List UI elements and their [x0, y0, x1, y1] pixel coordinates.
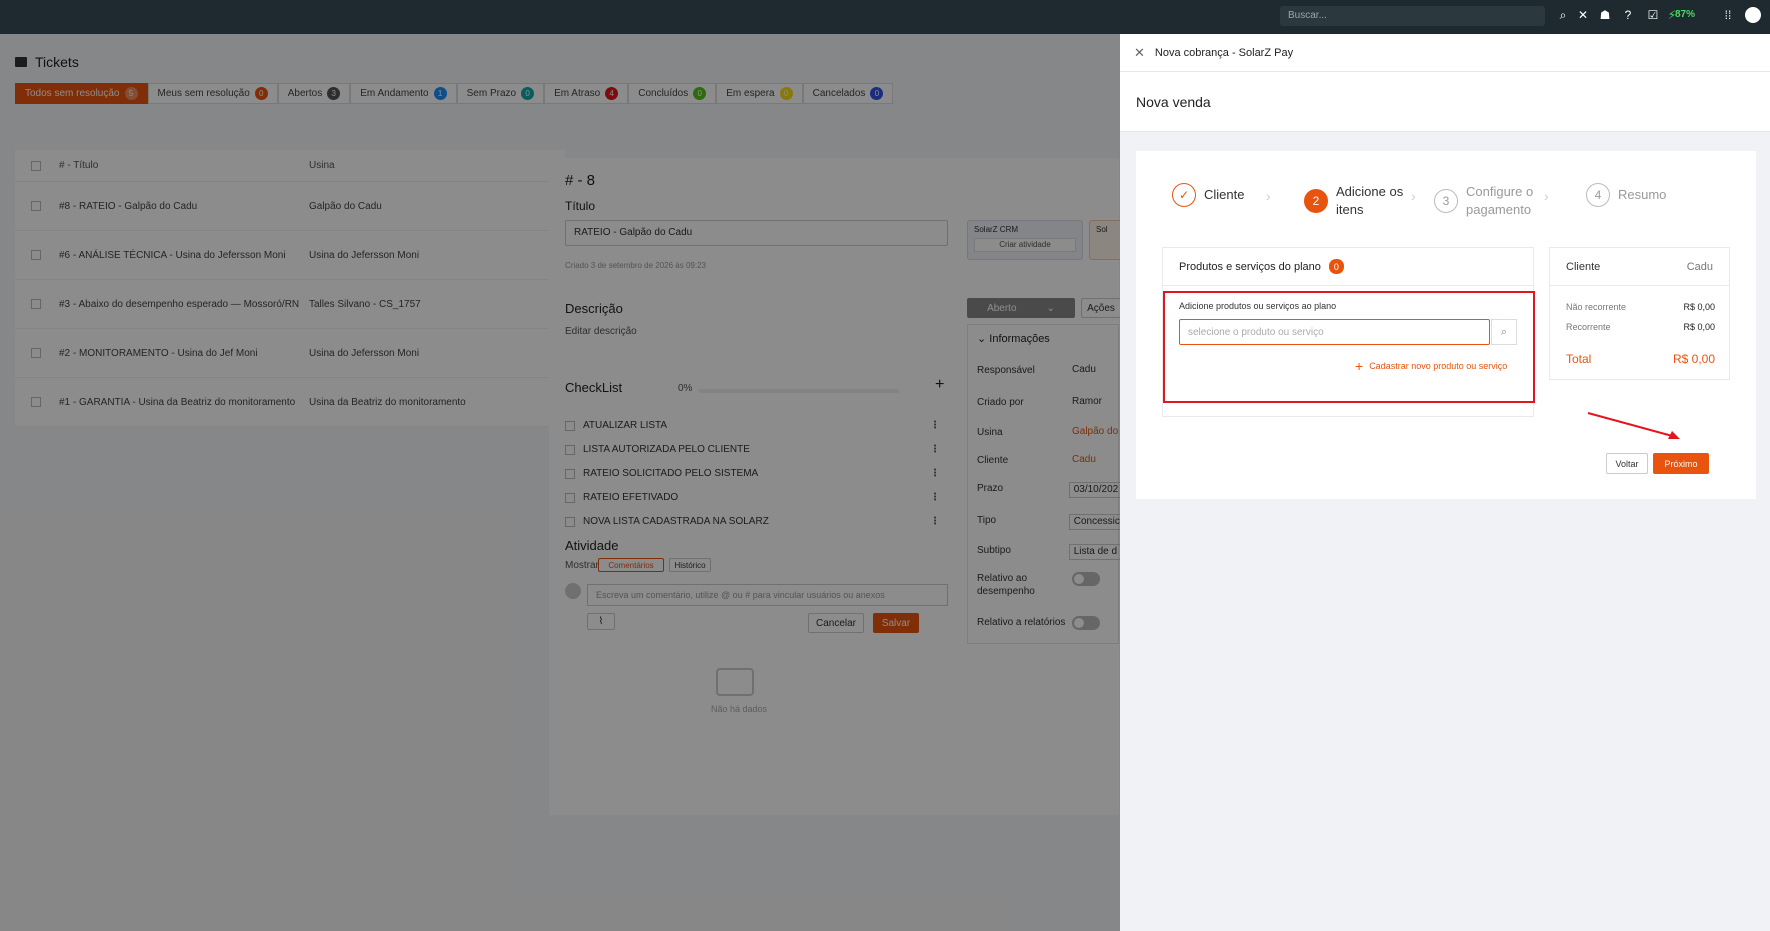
- wizard-step-2[interactable]: 2 Adicione os itens: [1304, 183, 1406, 219]
- user-avatar[interactable]: [1745, 7, 1761, 23]
- step-label: Adicione os itens: [1336, 184, 1404, 217]
- products-count-badge: 0: [1328, 259, 1344, 274]
- products-box: Produtos e serviços do plano 0 Adicione …: [1162, 247, 1535, 417]
- recurring-label: Recorrente: [1566, 322, 1611, 332]
- step-number: 3: [1434, 189, 1458, 213]
- annotation-arrow: [1587, 412, 1680, 439]
- checklist-icon[interactable]: ☑: [1645, 8, 1661, 24]
- total-label: Total: [1566, 352, 1592, 366]
- close-icon[interactable]: ✕: [1134, 45, 1145, 61]
- global-search-input[interactable]: Buscar...: [1280, 6, 1545, 26]
- step-label: Resumo: [1618, 187, 1667, 202]
- summary-header: Cliente Cadu: [1550, 248, 1729, 286]
- bell-off-icon[interactable]: ✕: [1575, 8, 1591, 24]
- help-icon[interactable]: ?: [1620, 8, 1636, 24]
- summary-box: Cliente Cadu Não recorrente R$ 0,00 Reco…: [1549, 247, 1730, 380]
- add-new-product-link[interactable]: + Cadastrar novo produto ou serviço: [1355, 358, 1507, 374]
- wizard-step-4[interactable]: 4 Resumo: [1586, 183, 1666, 207]
- step-label: Configure o pagamento: [1466, 184, 1534, 217]
- drawer-header: ✕ Nova cobrança - SolarZ Pay: [1120, 34, 1770, 72]
- wizard-step-1[interactable]: ✓ Cliente: [1172, 183, 1244, 207]
- step-number: 2: [1304, 189, 1328, 213]
- highlight-box: Adicione produtos ou serviços ao plano s…: [1163, 291, 1535, 403]
- back-button[interactable]: Voltar: [1606, 453, 1648, 474]
- hat-icon[interactable]: ☗: [1597, 8, 1613, 24]
- wizard-card: ✓ Cliente › 2 Adicione os itens › 3 Configure o…: [1136, 151, 1756, 499]
- products-header: Produtos e serviços do plano 0: [1163, 248, 1533, 286]
- product-search-input[interactable]: selecione o produto ou serviço: [1179, 319, 1490, 345]
- modal-overlay[interactable]: [0, 34, 1120, 931]
- non-recurring-value: R$ 0,00: [1683, 302, 1715, 312]
- total-row: Total R$ 0,00: [1566, 352, 1715, 366]
- summary-client-value: Cadu: [1686, 260, 1713, 273]
- add-new-product-label: Cadastrar novo produto ou serviço: [1369, 361, 1508, 371]
- new-charge-drawer: ✕ Nova cobrança - SolarZ Pay Nova venda …: [1120, 34, 1770, 931]
- battery-status: 87%: [1675, 9, 1696, 20]
- total-value: R$ 0,00: [1672, 352, 1715, 366]
- recurring-row: Recorrente R$ 0,00: [1566, 322, 1715, 332]
- wizard-step-3[interactable]: 3 Configure o pagamento: [1434, 183, 1536, 219]
- plus-icon: +: [1355, 358, 1364, 374]
- summary-client-label: Cliente: [1566, 260, 1601, 273]
- step-number: ✓: [1172, 183, 1196, 207]
- step-label: Cliente: [1204, 187, 1245, 202]
- drawer-subtitle: Nova venda: [1120, 72, 1770, 132]
- next-button[interactable]: Próximo: [1653, 453, 1709, 474]
- top-bar: Buscar... ⌕ ✕ ☗ ? ☑ ⚡ 87% ⁞⁞: [0, 0, 1770, 34]
- search-icon[interactable]: ⌕: [1491, 319, 1517, 345]
- products-title: Produtos e serviços do plano: [1179, 260, 1321, 273]
- step-separator-icon: ›: [1544, 188, 1549, 204]
- drawer-title: Nova cobrança - SolarZ Pay: [1154, 46, 1294, 59]
- step-separator-icon: ›: [1266, 188, 1271, 204]
- non-recurring-label: Não recorrente: [1566, 302, 1627, 312]
- search-icon[interactable]: ⌕: [1555, 8, 1571, 24]
- apps-grid-icon[interactable]: ⁞⁞: [1720, 8, 1736, 24]
- non-recurring-row: Não recorrente R$ 0,00: [1566, 302, 1715, 312]
- step-separator-icon: ›: [1411, 188, 1416, 204]
- recurring-value: R$ 0,00: [1683, 322, 1715, 332]
- add-products-label: Adicione produtos ou serviços ao plano: [1179, 301, 1337, 311]
- step-number: 4: [1586, 183, 1610, 207]
